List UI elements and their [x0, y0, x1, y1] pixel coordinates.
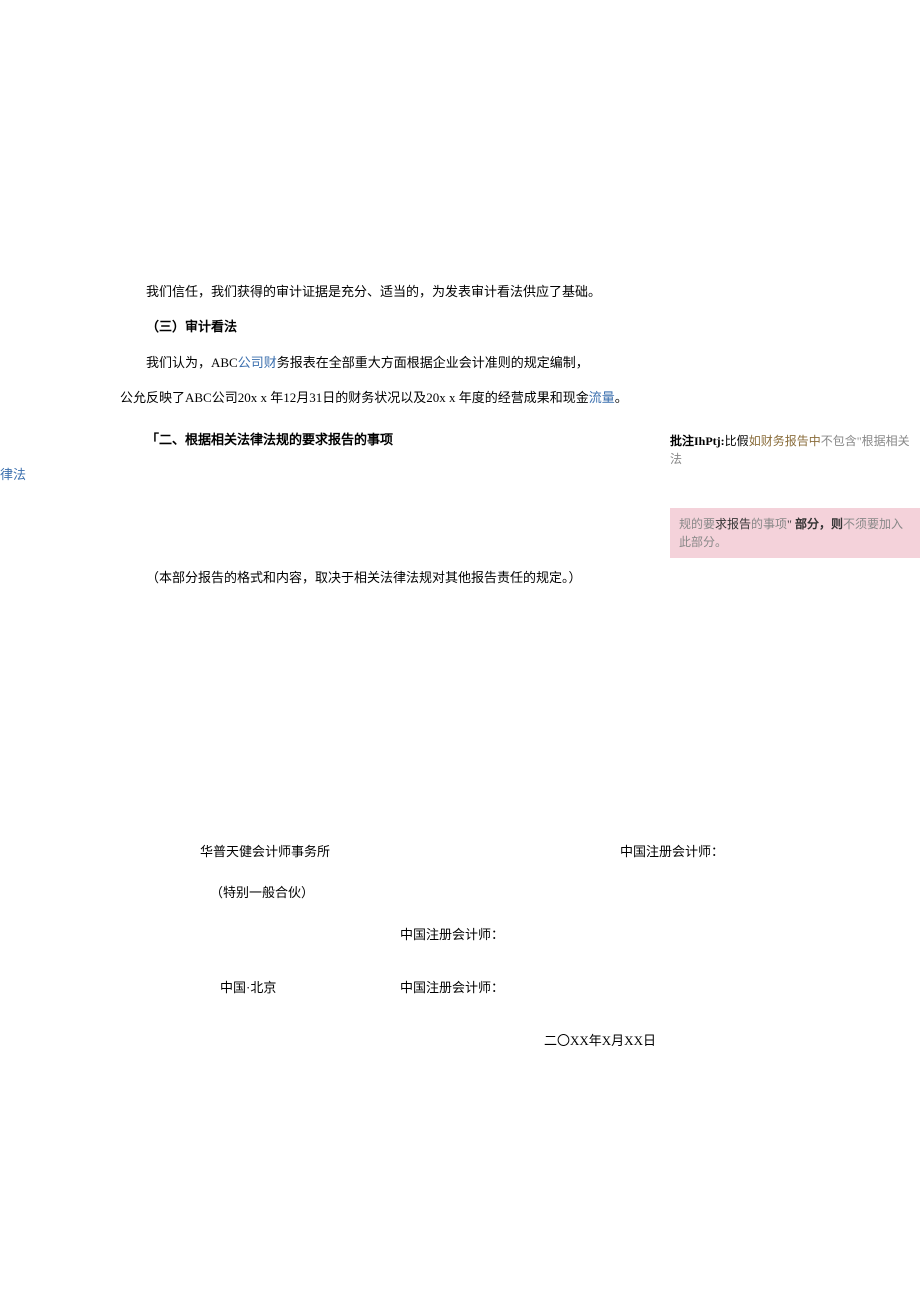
annotation-box: 规的要求报告的事项" 部分，则不须要加入此部分。	[670, 508, 920, 558]
firm-name: 华普天健会计师事务所	[200, 840, 400, 863]
box-text2: 求报告	[715, 517, 751, 531]
annotation-text1: 比假	[725, 434, 749, 448]
p2-post: 务报表在全部重大方面根据企业会计准则的规定编制，	[277, 355, 589, 370]
evidence-paragraph: 我们信任，我们获得的审计证据是充分、适当的，为发表审计看法供应了基础。	[120, 280, 800, 303]
partnership-type: （特别一般合伙）	[200, 881, 400, 904]
box-text3: 的事项	[751, 517, 787, 531]
format-note-paragraph: （本部分报告的格式和内容，取决于相关法律法规对其他报告责任的规定。）	[120, 566, 800, 589]
signature-block: 华普天健会计师事务所 中国注册会计师： （特别一般合伙） 中国注册会计师： 中国…	[120, 840, 800, 1053]
section-heading-3: （三）审计看法	[120, 315, 800, 338]
opinion-paragraph-2: 公允反映了ABC公司20x x 年12月31日的财务状况以及20x x 年度的经…	[120, 386, 800, 409]
box-text1: 规的要	[679, 517, 715, 531]
location: 中国·北京	[200, 976, 400, 999]
p3-mid: 年12月31日的财务状况以及20x	[267, 390, 446, 405]
date-line: 二〇XX年X月XX日	[200, 1029, 800, 1052]
p3-pre: 公允反映了ABC公司20x	[120, 390, 257, 405]
p2-pre: 我们认为，ABC	[146, 355, 238, 370]
p3-x1: x	[257, 390, 267, 405]
cpa-label-2: 中国注册会计师：	[400, 923, 620, 946]
annotation-container: 批注IhPtj:比假如财务报告中不包含"根据相关法 规的要求报告的事项" 部分，…	[670, 432, 920, 558]
p3-end: 。	[615, 390, 628, 405]
annotation-label: 批注IhPtj:比假如财务报告中不包含"根据相关法	[670, 432, 920, 468]
box-quote: "	[787, 517, 795, 531]
cpa-label-3: 中国注册会计师：	[400, 976, 620, 999]
box-bold: 部分，则	[795, 517, 843, 531]
p2-link1: 公司财	[238, 355, 277, 370]
p3-x2: x	[446, 390, 456, 405]
p3-link: 流量	[589, 390, 615, 405]
annotation-tag: 批注IhPtj:	[670, 434, 725, 448]
opinion-paragraph-1: 我们认为，ABC公司财务报表在全部重大方面根据企业会计准则的规定编制，	[120, 351, 800, 374]
cpa-label-1: 中国注册会计师：	[620, 840, 800, 863]
p3-mid2: 年度的经营成果和现金	[456, 390, 589, 405]
annotation-text2: 如财务报告中	[749, 434, 821, 448]
